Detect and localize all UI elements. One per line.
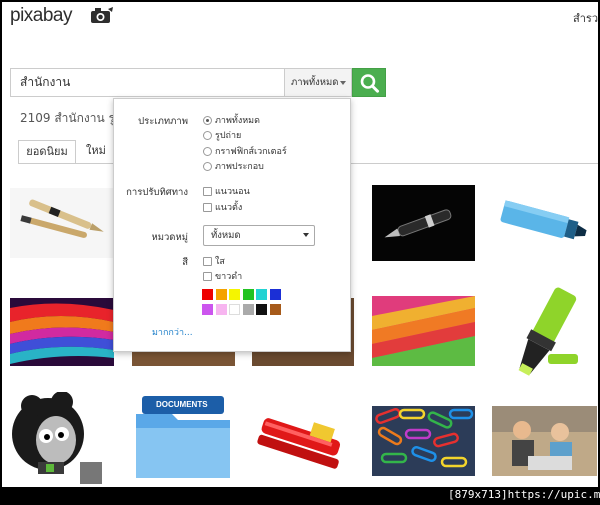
- image-type-select-label: ภาพทั้งหมด: [291, 77, 339, 88]
- browser-viewport: pixabay สำรว สำนักงาน ภาพทั้งหมด 2109 สำ…: [2, 2, 598, 487]
- search-bar: สำนักงาน ภาพทั้งหมด: [10, 68, 386, 97]
- top-bar: pixabay สำรว: [2, 2, 598, 32]
- color-swatch[interactable]: [256, 304, 267, 315]
- radio-button[interactable]: [203, 116, 212, 125]
- color-label: สี: [182, 257, 188, 268]
- tab-popular[interactable]: ยอดนิยม: [18, 140, 76, 164]
- image-type-label: ประเภทภาพ: [138, 116, 188, 127]
- pen-image: [372, 185, 475, 261]
- radio-button[interactable]: [203, 131, 212, 140]
- stapler-image: [257, 418, 341, 469]
- color-swatch[interactable]: [269, 289, 281, 300]
- chevron-down-icon: [303, 233, 309, 237]
- search-button[interactable]: [352, 68, 386, 97]
- category-select-value: ทั้งหมด: [211, 230, 241, 241]
- more-filters-link[interactable]: มากกว่า...: [152, 325, 193, 339]
- color-swatch[interactable]: [229, 304, 240, 315]
- checkbox[interactable]: [203, 257, 212, 266]
- image-thumbnail-color-waves[interactable]: [10, 298, 114, 366]
- sheep-image: [12, 392, 102, 484]
- search-input[interactable]: สำนักงาน: [10, 68, 284, 97]
- category-label: หมวดหมู่: [151, 232, 188, 243]
- abstract-image: [10, 298, 114, 366]
- paperclips-image: [372, 406, 475, 476]
- checkbox[interactable]: [203, 203, 212, 212]
- image-thumbnail-paper-clips[interactable]: [372, 406, 475, 476]
- camera-icon: [91, 7, 113, 23]
- radio-button[interactable]: [203, 147, 212, 156]
- chevron-down-icon: [340, 80, 347, 85]
- photo-image: [492, 406, 597, 476]
- image-type-select[interactable]: ภาพทั้งหมด: [284, 68, 352, 97]
- image-thumbnail-sheep-mascot[interactable]: [10, 392, 114, 487]
- tab-new[interactable]: ใหม่: [86, 140, 106, 164]
- image-thumbnail-kids-laptop[interactable]: [492, 406, 597, 476]
- radio-button[interactable]: [203, 162, 212, 171]
- filter-dropdown: ประเภทภาพ ภาพทั้งหมด รูปถ่าย กราฟฟิกส์เว…: [113, 98, 351, 352]
- checkbox[interactable]: [203, 187, 212, 196]
- color-swatch[interactable]: [202, 289, 213, 300]
- image-thumbnail-highlighter-green[interactable]: [506, 280, 584, 382]
- category-select[interactable]: ทั้งหมด: [203, 225, 315, 246]
- color-swatch[interactable]: [269, 304, 281, 315]
- search-icon: [360, 74, 379, 93]
- color-swatch[interactable]: [256, 289, 267, 300]
- paper-image: [372, 296, 475, 366]
- image-thumbnail-documents-folder[interactable]: DOCUMENTS: [132, 394, 234, 482]
- highlighter-image: [518, 287, 578, 376]
- image-thumbnail-black-pen[interactable]: [372, 185, 475, 261]
- image-source-caption: [879x713]https://upic.me/: [448, 488, 600, 501]
- color-swatch[interactable]: [242, 304, 254, 315]
- checkbox[interactable]: [203, 272, 212, 281]
- color-swatch[interactable]: [202, 304, 213, 315]
- image-thumbnail-highlighter-blue[interactable]: [491, 185, 597, 261]
- explore-link[interactable]: สำรว: [573, 9, 598, 27]
- image-thumbnail-pens[interactable]: [10, 188, 114, 258]
- pixabay-logo[interactable]: pixabay: [10, 5, 73, 27]
- highlighter-image: [500, 200, 587, 240]
- folder-label: DOCUMENTS: [156, 400, 208, 409]
- color-swatch[interactable]: [215, 304, 227, 315]
- image-thumbnail-paper-colors[interactable]: [372, 296, 475, 366]
- color-swatch[interactable]: [229, 289, 240, 300]
- image-thumbnail-stapler[interactable]: [252, 400, 355, 480]
- color-swatch[interactable]: [242, 289, 254, 300]
- orientation-label: การปรับทิศทาง: [126, 187, 188, 198]
- pen-image: [10, 188, 114, 258]
- color-swatch[interactable]: [215, 289, 227, 300]
